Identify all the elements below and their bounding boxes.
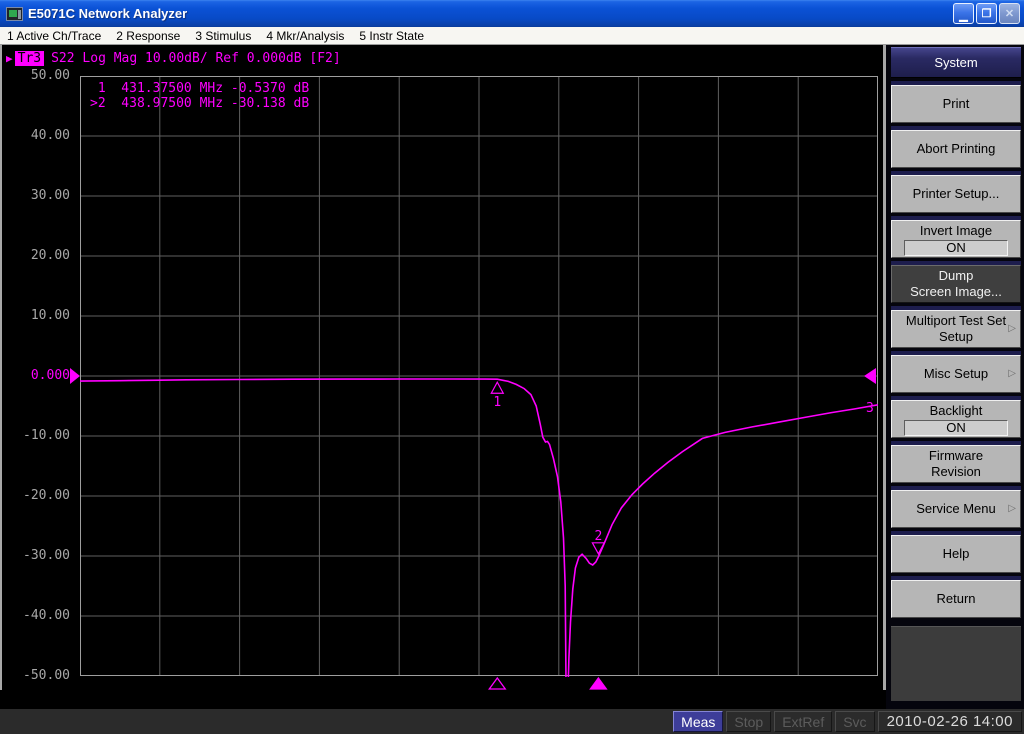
- y-axis-label: 10.00: [30, 308, 70, 324]
- softkey-sidebar: System Print Abort Printing Printer Setup.…: [886, 45, 1024, 709]
- menu-item-4-mkr-analysis[interactable]: 4 Mkr/Analysis: [266, 29, 344, 43]
- close-icon: ✕: [1004, 8, 1015, 20]
- minimize-button[interactable]: ▁: [953, 3, 974, 24]
- trace-id-badge[interactable]: Tr3: [14, 51, 45, 66]
- softkey-label: Dump Screen Image...: [910, 268, 1002, 299]
- softkey-label: Backlight: [929, 402, 983, 418]
- marker-2-symbol: 2: [591, 529, 606, 556]
- status-extref: ExtRef: [774, 711, 833, 732]
- sidebar-filler: [891, 626, 1021, 701]
- softkey-label: Misc Setup: [923, 366, 989, 381]
- minimize-icon: ▁: [959, 10, 968, 22]
- softkey-label: Invert Image: [919, 222, 993, 238]
- y-axis-label: 0.000: [30, 368, 70, 384]
- softkey-misc-setup[interactable]: Misc Setup ▷: [891, 355, 1021, 393]
- status-svc: Svc: [835, 711, 875, 732]
- ref-level-marker-left-icon: [70, 368, 80, 384]
- restore-icon: ❐: [981, 8, 992, 20]
- status-stop: Stop: [726, 711, 772, 732]
- softkey-firmware-revision[interactable]: Firmware Revision: [891, 445, 1021, 483]
- softkey-help[interactable]: Help: [891, 535, 1021, 573]
- active-trace-arrow-icon: ▶: [6, 52, 13, 65]
- softkey-label: Printer Setup...: [912, 186, 1000, 201]
- marker-1-number: 1: [493, 395, 501, 410]
- datetime-display: 2010-02-26 14:00: [877, 711, 1022, 732]
- softkey-print[interactable]: Print: [891, 85, 1021, 123]
- network-analyzer-window: E5071C Network Analyzer ▁ ❐ ✕ 1 Active C…: [0, 0, 1024, 734]
- y-axis-label: -20.00: [23, 488, 70, 504]
- close-button: ✕: [999, 3, 1020, 24]
- status-meas: Meas: [673, 711, 724, 732]
- softkey-label: Multiport Test Set Setup: [905, 313, 1007, 344]
- menu-item-5-instr-state[interactable]: 5 Instr State: [359, 29, 424, 43]
- y-axis-label: 30.00: [30, 188, 70, 204]
- softkey-multiport-test-set-setup[interactable]: Multiport Test Set Setup ▷: [891, 310, 1021, 348]
- submenu-arrow-icon: ▷: [1008, 503, 1016, 514]
- softkey-list: Print Abort Printing Printer Setup... Inver…: [891, 85, 1021, 618]
- submenu-arrow-icon: ▷: [1008, 323, 1016, 334]
- trace-number-label: 3: [866, 401, 874, 416]
- softkey-service-menu[interactable]: Service Menu ▷: [891, 490, 1021, 528]
- softkey-label: Print: [942, 96, 970, 111]
- softkey-backlight[interactable]: Backlight ON: [891, 400, 1021, 438]
- marker-1-triangle-icon: [490, 380, 505, 394]
- restore-button[interactable]: ❐: [976, 3, 997, 24]
- ref-level-marker-right-icon: [864, 368, 876, 384]
- softkey-label: Help: [942, 546, 970, 561]
- softkey-value-box: ON: [904, 419, 1008, 436]
- softkey-label: Service Menu: [916, 501, 996, 516]
- softkey-label: Abort Printing: [916, 141, 996, 156]
- y-axis-label: -50.00: [23, 668, 70, 684]
- instrument-screen: ▶ Tr3 S22 Log Mag 10.00dB/ Ref 0.000dB […: [0, 45, 886, 690]
- softkey-invert-image[interactable]: Invert Image ON: [891, 220, 1021, 258]
- softkey-return[interactable]: Return: [891, 580, 1021, 618]
- trace-status-line: ▶ Tr3 S22 Log Mag 10.00dB/ Ref 0.000dB […: [6, 51, 341, 66]
- y-axis-label: 50.00: [30, 68, 70, 84]
- y-axis-label: -10.00: [23, 428, 70, 444]
- window-controls: ▁ ❐ ✕: [953, 3, 1020, 24]
- plot-grid: [80, 76, 878, 676]
- softkey-abort-printing[interactable]: Abort Printing: [891, 130, 1021, 168]
- y-axis-label: 40.00: [30, 128, 70, 144]
- y-axis-label: -40.00: [23, 608, 70, 624]
- window-title: E5071C Network Analyzer: [28, 6, 188, 21]
- measurement-plot: 3 1 2: [80, 76, 878, 690]
- status-indicators: Meas Stop ExtRef Svc: [673, 711, 875, 732]
- app-icon: [6, 6, 23, 21]
- marker-1-stimulus-triangle-icon: [488, 676, 507, 690]
- softkey-label: Return: [936, 591, 976, 606]
- status-bar: Meas Stop ExtRef Svc 2010-02-26 14:00: [0, 709, 1024, 734]
- y-axis-label: -30.00: [23, 548, 70, 564]
- trace-format-text: S22 Log Mag 10.00dB/ Ref 0.000dB [F2]: [51, 51, 341, 66]
- softkey-value-box: ON: [904, 239, 1008, 256]
- title-bar: E5071C Network Analyzer ▁ ❐ ✕: [0, 0, 1024, 27]
- softkey-menu-title: System: [891, 47, 1021, 78]
- menu-item-2-response[interactable]: 2 Response: [116, 29, 180, 43]
- marker-2-number: 2: [594, 529, 602, 544]
- y-axis-label: 20.00: [30, 248, 70, 264]
- softkey-label: Firmware Revision: [928, 448, 984, 479]
- softkey-printer-setup[interactable]: Printer Setup...: [891, 175, 1021, 213]
- menu-item-1-active-ch-trace[interactable]: 1 Active Ch/Trace: [7, 29, 101, 43]
- menu-bar: 1 Active Ch/Trace 2 Response 3 Stimulus 4 M…: [0, 27, 1024, 45]
- marker-2-stimulus-triangle-icon: [589, 676, 608, 690]
- submenu-arrow-icon: ▷: [1008, 368, 1016, 379]
- softkey-dump-screen-image[interactable]: Dump Screen Image...: [891, 265, 1021, 303]
- marker-1-symbol: 1: [490, 380, 505, 410]
- menu-item-3-stimulus[interactable]: 3 Stimulus: [195, 29, 251, 43]
